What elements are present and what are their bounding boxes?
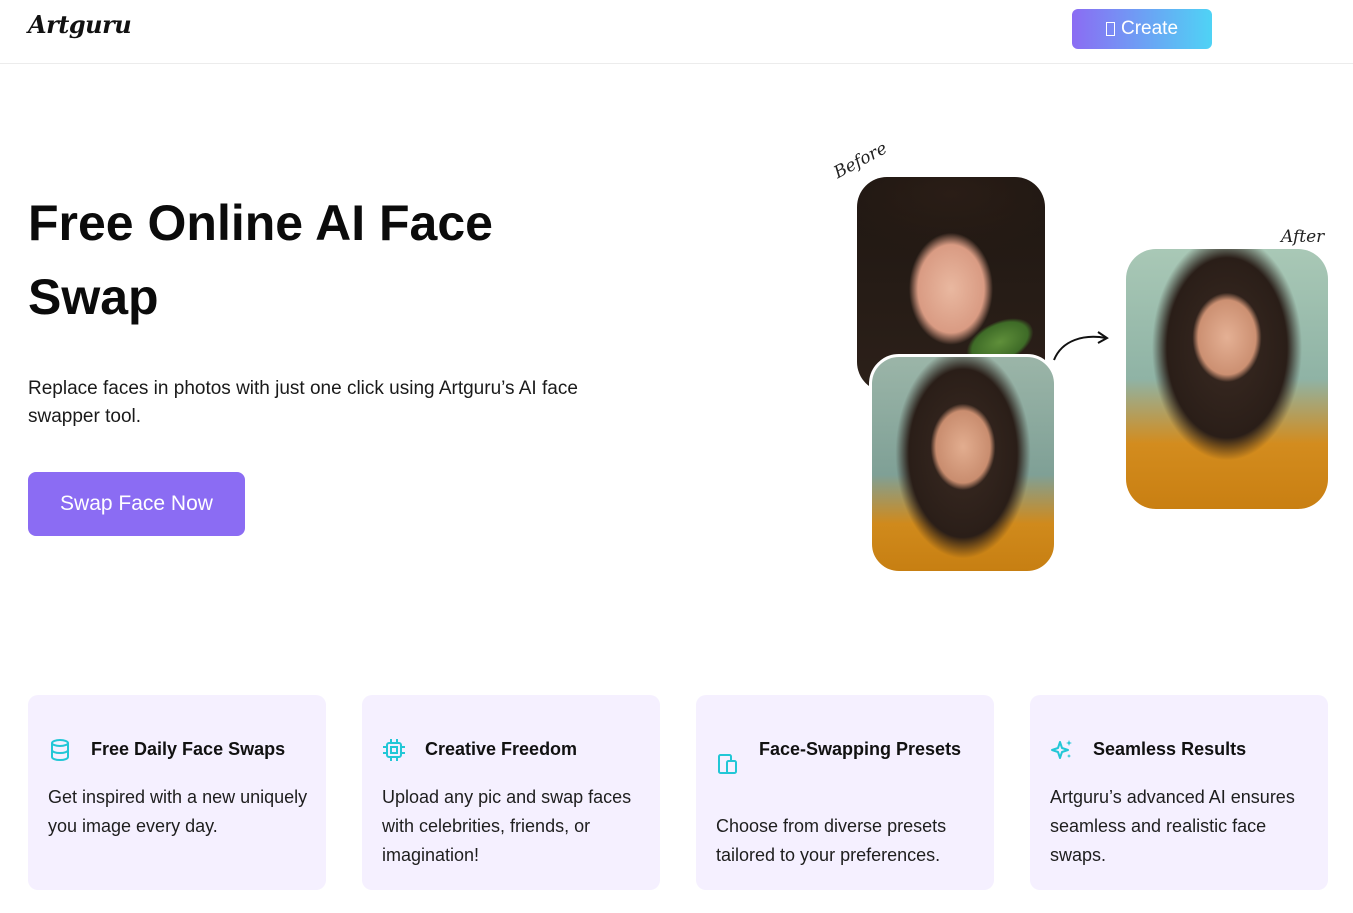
feature-title: Seamless Results	[1093, 739, 1247, 759]
artguru-logo[interactable]: Artguru	[28, 10, 132, 39]
hero-subtitle: Replace faces in photos with just one cl…	[28, 378, 578, 427]
sparkles-icon	[1051, 740, 1072, 759]
feature-card-creative-freedom: Creative Freedom Upload any pic and swap…	[362, 695, 660, 890]
feature-description: Choose from diverse presets tailored to …	[716, 816, 947, 865]
site-header: Artguru Create	[0, 0, 1353, 64]
after-label: After	[1281, 227, 1325, 247]
before-label: Before	[830, 138, 891, 183]
swap-face-now-button[interactable]: Swap Face Now	[28, 472, 245, 536]
feature-card-face-swapping-presets: Face-Swapping Presets Choose from divers…	[696, 695, 994, 890]
feature-title: Creative Freedom	[425, 739, 578, 759]
devices-icon	[718, 754, 737, 774]
source-face-image	[869, 354, 1057, 574]
database-icon	[51, 739, 69, 762]
after-image	[1126, 249, 1328, 509]
create-button-label: Create	[1120, 18, 1179, 39]
feature-title: Face-Swapping Presets	[759, 739, 962, 759]
feature-card-seamless-results: Seamless Results Artguru’s advanced AI e…	[1030, 695, 1328, 890]
feature-description: Upload any pic and swap faces with celeb…	[382, 787, 632, 865]
feature-description: Artguru’s advanced AI ensures seamless a…	[1050, 787, 1295, 865]
create-button[interactable]: Create	[1072, 9, 1212, 49]
feature-title: Free Daily Face Swaps	[91, 739, 286, 759]
chip-icon	[383, 739, 405, 761]
arrow-right-icon	[1053, 331, 1109, 361]
feature-description: Get inspired with a new uniquely you ima…	[48, 787, 308, 836]
create-icon	[1105, 22, 1115, 36]
feature-card-free-daily-face-swaps: Free Daily Face Swaps Get inspired with …	[28, 695, 326, 890]
page-title: Free Online AI Face Swap	[28, 195, 493, 325]
